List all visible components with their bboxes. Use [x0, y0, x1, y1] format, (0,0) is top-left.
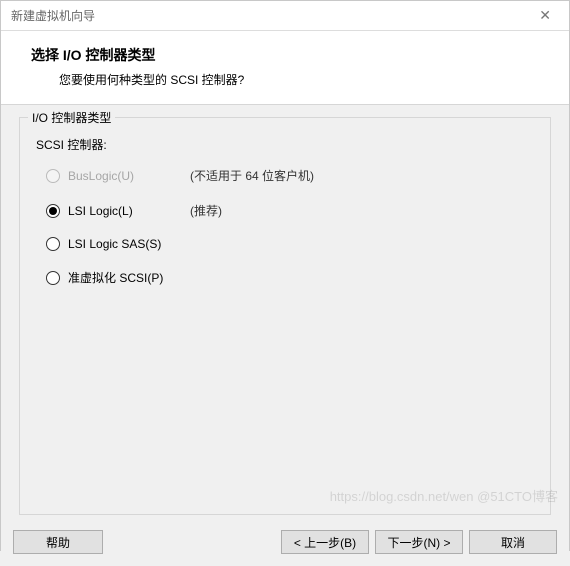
back-button[interactable]: < 上一步(B)	[281, 530, 369, 554]
option-lsi-logic-sas[interactable]: LSI Logic SAS(S)	[36, 237, 534, 251]
radio-lsi-logic-sas[interactable]	[46, 237, 60, 251]
radio-buslogic	[46, 169, 60, 183]
option-label: LSI Logic SAS(S)	[68, 237, 188, 251]
close-icon[interactable]: ✕	[531, 3, 559, 28]
option-label: 准虚拟化 SCSI(P)	[68, 269, 188, 286]
header-title: 选择 I/O 控制器类型	[31, 45, 545, 65]
io-controller-group: I/O 控制器类型 SCSI 控制器: BusLogic(U) (不适用于 64…	[19, 117, 551, 515]
option-label: LSI Logic(L)	[68, 204, 188, 218]
option-paravirtual[interactable]: 准虚拟化 SCSI(P)	[36, 269, 534, 286]
next-button[interactable]: 下一步(N) >	[375, 530, 463, 554]
window-title: 新建虚拟机向导	[11, 7, 95, 24]
group-legend: I/O 控制器类型	[28, 109, 115, 126]
radio-paravirtual[interactable]	[46, 271, 60, 285]
scsi-controller-label: SCSI 控制器:	[36, 136, 534, 153]
header-subtitle: 您要使用何种类型的 SCSI 控制器?	[31, 71, 545, 88]
option-note: (不适用于 64 位客户机)	[190, 167, 314, 184]
help-button[interactable]: 帮助	[13, 530, 103, 554]
cancel-button[interactable]: 取消	[469, 530, 557, 554]
option-note: (推荐)	[190, 202, 222, 219]
radio-lsi-logic[interactable]	[46, 204, 60, 218]
option-label: BusLogic(U)	[68, 169, 188, 183]
wizard-footer: 帮助 < 上一步(B) 下一步(N) > 取消	[1, 520, 569, 566]
titlebar: 新建虚拟机向导 ✕	[1, 1, 569, 31]
option-buslogic: BusLogic(U) (不适用于 64 位客户机)	[36, 167, 534, 184]
wizard-body: I/O 控制器类型 SCSI 控制器: BusLogic(U) (不适用于 64…	[1, 105, 569, 520]
wizard-header: 选择 I/O 控制器类型 您要使用何种类型的 SCSI 控制器?	[1, 31, 569, 104]
option-lsi-logic[interactable]: LSI Logic(L) (推荐)	[36, 202, 534, 219]
